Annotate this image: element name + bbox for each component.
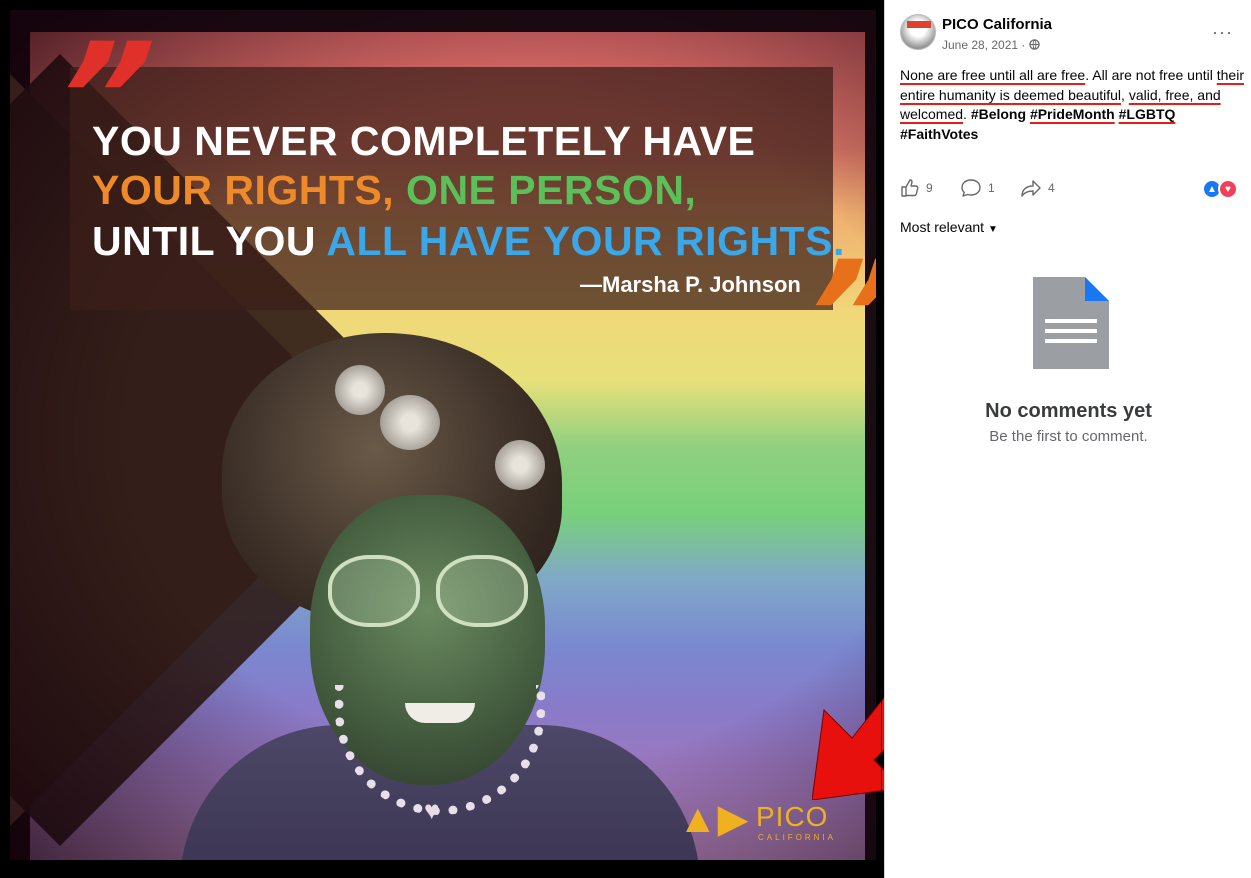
document-icon bbox=[1033, 277, 1109, 369]
hashtag-link[interactable]: #FaithVotes bbox=[900, 126, 978, 142]
comment-button[interactable]: 1 bbox=[960, 178, 995, 198]
page-name-link[interactable]: PICO California bbox=[942, 16, 1052, 33]
post-text-plain: , bbox=[1121, 86, 1129, 103]
share-button[interactable]: 4 bbox=[1020, 178, 1055, 198]
share-count: 4 bbox=[1048, 181, 1055, 195]
comment-sort-dropdown[interactable]: Most relevant ▼ bbox=[900, 219, 998, 235]
post-sidebar: PICO California June 28, 2021 · ··· None… bbox=[884, 0, 1251, 878]
hashtag-link[interactable]: #LGBTQ bbox=[1119, 106, 1176, 122]
comment-count: 1 bbox=[988, 181, 995, 195]
post-image[interactable]: ♥ ” ” YOU NEVER COMPLETELY HAVE YOUR RIG… bbox=[0, 0, 884, 878]
comment-icon bbox=[961, 179, 981, 197]
page-avatar[interactable] bbox=[900, 14, 936, 50]
reaction-summary[interactable]: ▲ ♥ bbox=[1202, 179, 1240, 199]
post-date-text: June 28, 2021 · bbox=[942, 38, 1026, 52]
love-reaction-icon: ♥ bbox=[1218, 179, 1238, 199]
globe-icon bbox=[1029, 39, 1040, 50]
post-actions: 9 1 4 ▲ ♥ bbox=[900, 178, 1240, 202]
no-comments-title: No comments yet bbox=[985, 400, 1152, 422]
post-text-underlined: None are free until all are free bbox=[900, 67, 1086, 83]
post-timestamp[interactable]: June 28, 2021 · bbox=[942, 38, 1040, 52]
avatar-logo bbox=[907, 21, 931, 28]
like-button[interactable]: 9 bbox=[900, 178, 933, 198]
thumbs-up-icon bbox=[901, 179, 919, 197]
hashtag-link[interactable]: #PrideMonth bbox=[1030, 106, 1115, 122]
image-frame bbox=[0, 0, 882, 876]
comment-sort-label: Most relevant bbox=[900, 219, 985, 235]
more-options-button[interactable]: ··· bbox=[1212, 22, 1233, 43]
no-comments-subtitle: Be the first to comment. bbox=[989, 428, 1148, 445]
post-text-plain: . bbox=[963, 106, 971, 122]
share-icon bbox=[1021, 180, 1041, 197]
post-text-plain: . All are not free until bbox=[1085, 67, 1217, 83]
caret-down-icon: ▼ bbox=[988, 224, 998, 235]
post-text: None are free until all are free. All ar… bbox=[900, 66, 1245, 144]
like-count: 9 bbox=[926, 181, 933, 195]
hashtag-link[interactable]: #Belong bbox=[971, 106, 1026, 122]
